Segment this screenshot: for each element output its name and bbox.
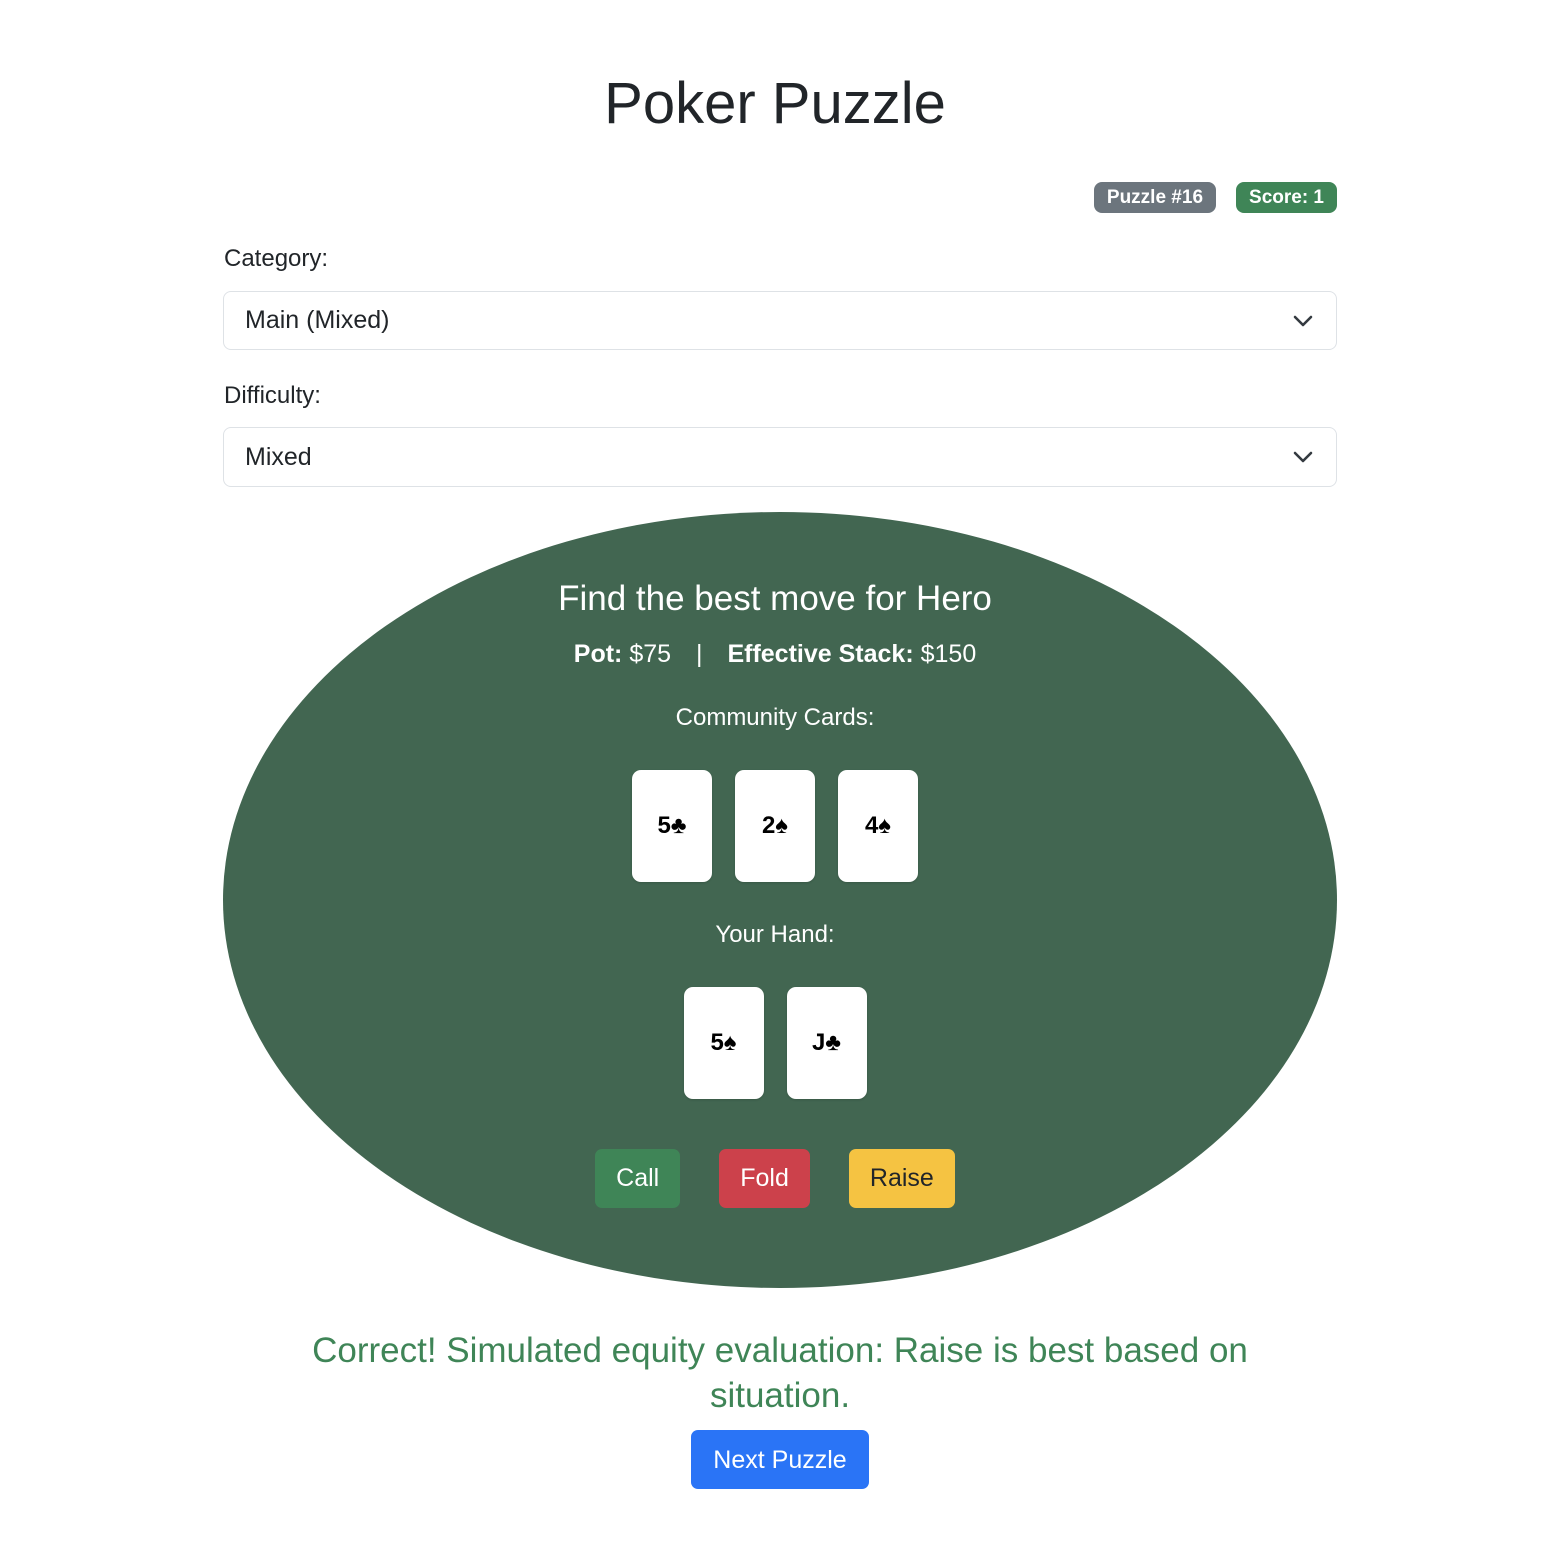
hand-card: 5♠	[683, 987, 764, 1099]
page-title: Poker Puzzle	[604, 71, 946, 136]
community-card: 4♠	[838, 770, 918, 882]
difficulty-label: Difficulty:	[224, 382, 321, 409]
pot-value: $75	[629, 640, 672, 668]
table-title: Find the best move for Hero	[558, 579, 992, 618]
effective-stack-value: $150	[920, 640, 977, 668]
call-button[interactable]: Call	[595, 1149, 681, 1208]
status-badges: Puzzle #16 Score: 1	[1093, 182, 1337, 213]
hand-card: J♣	[786, 987, 867, 1099]
your-hand-label: Your Hand:	[715, 921, 835, 948]
action-buttons: Call Fold Raise	[0, 1149, 1550, 1208]
community-cards-label: Community Cards:	[675, 704, 875, 731]
community-card: 2♠	[735, 770, 815, 882]
difficulty-selected-value: Mixed	[245, 442, 312, 471]
next-puzzle-button[interactable]: Next Puzzle	[691, 1430, 869, 1489]
category-select[interactable]: Main (Mixed)	[223, 291, 1337, 350]
chevron-down-icon	[1293, 451, 1313, 463]
poker-puzzle-page: Poker Puzzle Puzzle #16 Score: 1 Categor…	[0, 0, 1550, 1564]
stats-separator: |	[696, 640, 703, 668]
puzzle-number-badge: Puzzle #16	[1093, 182, 1217, 213]
fold-button[interactable]: Fold	[719, 1149, 810, 1208]
effective-stack-label: Effective Stack:	[727, 640, 914, 668]
hand-cards: 5♠ J♣	[0, 987, 1550, 1099]
community-cards: 5♣ 2♠ 4♠	[0, 770, 1550, 882]
community-card: 5♣	[632, 770, 712, 882]
result-message: Correct! Simulated equity evaluation: Ra…	[312, 1331, 1248, 1415]
score-badge: Score: 1	[1236, 182, 1337, 213]
difficulty-select[interactable]: Mixed	[223, 427, 1337, 487]
category-selected-value: Main (Mixed)	[245, 306, 390, 334]
category-label: Category:	[224, 245, 329, 272]
pot-stack-info: Pot: $75 | Effective Stack: $150	[0, 638, 1550, 670]
raise-button[interactable]: Raise	[848, 1149, 955, 1208]
pot-label: Pot:	[573, 640, 623, 668]
chevron-down-icon	[1293, 315, 1313, 326]
